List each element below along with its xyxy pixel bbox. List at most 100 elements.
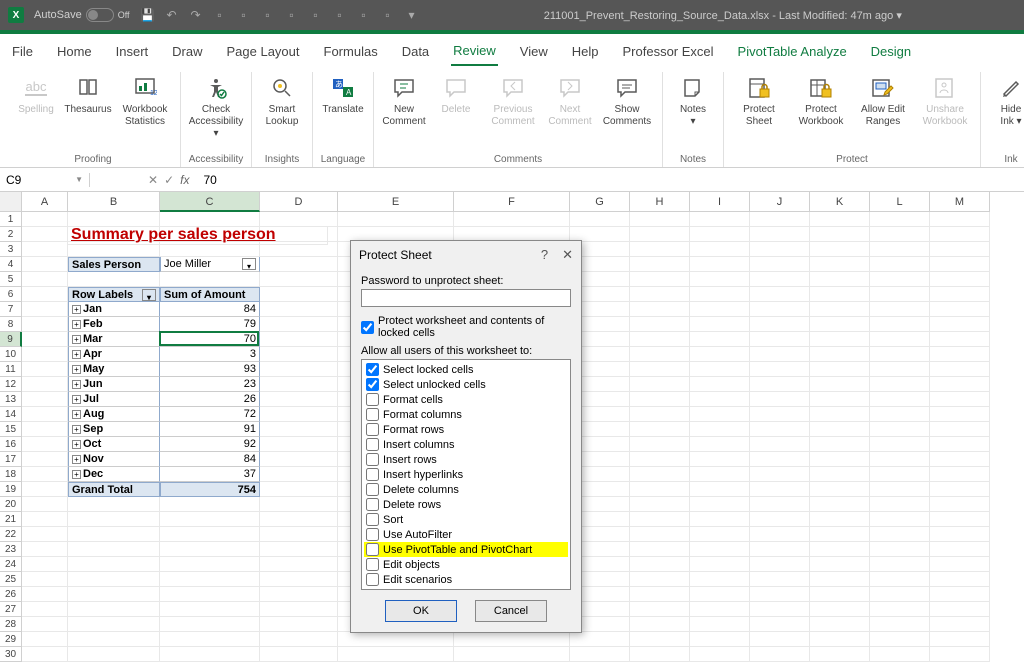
- cell[interactable]: [630, 407, 690, 422]
- tab-draw[interactable]: Draw: [170, 38, 204, 65]
- cell[interactable]: [260, 527, 338, 542]
- tab-pivottable-analyze[interactable]: PivotTable Analyze: [736, 38, 849, 65]
- cell[interactable]: [750, 482, 810, 497]
- cell[interactable]: [160, 572, 260, 587]
- permission-checkbox[interactable]: [366, 423, 379, 436]
- cell[interactable]: [260, 497, 338, 512]
- cell[interactable]: [22, 497, 68, 512]
- row-header-21[interactable]: 21: [0, 512, 22, 527]
- cell[interactable]: [260, 362, 338, 377]
- cell[interactable]: [630, 467, 690, 482]
- cell[interactable]: [810, 257, 870, 272]
- qat-icon[interactable]: ▫: [380, 7, 396, 23]
- cell[interactable]: [260, 557, 338, 572]
- permission-edit-scenarios[interactable]: Edit scenarios: [364, 572, 568, 587]
- expand-icon[interactable]: +: [72, 395, 81, 404]
- cell[interactable]: [630, 422, 690, 437]
- cell[interactable]: [22, 362, 68, 377]
- pivot-row-value[interactable]: 72: [160, 407, 260, 422]
- pivot-row-value[interactable]: 93: [160, 362, 260, 377]
- cell[interactable]: [750, 317, 810, 332]
- cell[interactable]: [750, 512, 810, 527]
- cell[interactable]: [22, 227, 68, 242]
- cell[interactable]: [870, 242, 930, 257]
- pivot-row-label[interactable]: +Aug: [68, 407, 160, 422]
- cell[interactable]: [750, 227, 810, 242]
- cell[interactable]: [260, 272, 338, 287]
- permission-sort[interactable]: Sort: [364, 512, 568, 527]
- cell[interactable]: [810, 527, 870, 542]
- name-box[interactable]: C9 ▼: [0, 173, 90, 187]
- permission-use-pivottable-and-pivotchart[interactable]: Use PivotTable and PivotChart: [364, 542, 568, 557]
- column-header-C[interactable]: C: [160, 192, 260, 212]
- cell[interactable]: [690, 482, 750, 497]
- cell[interactable]: [930, 482, 990, 497]
- show-button[interactable]: ShowComments: [598, 72, 656, 130]
- cell[interactable]: [260, 212, 338, 227]
- cell[interactable]: [750, 632, 810, 647]
- cell[interactable]: [22, 377, 68, 392]
- cell[interactable]: [630, 512, 690, 527]
- cell[interactable]: [810, 227, 870, 242]
- tab-page-layout[interactable]: Page Layout: [225, 38, 302, 65]
- permission-checkbox[interactable]: [366, 483, 379, 496]
- pivot-row-value[interactable]: 3: [160, 347, 260, 362]
- cell[interactable]: [750, 452, 810, 467]
- qat-icon[interactable]: ▫: [308, 7, 324, 23]
- permission-insert-rows[interactable]: Insert rows: [364, 452, 568, 467]
- permission-checkbox[interactable]: [366, 453, 379, 466]
- cell[interactable]: [454, 632, 570, 647]
- cell[interactable]: [690, 617, 750, 632]
- cell[interactable]: [160, 542, 260, 557]
- cell[interactable]: [160, 602, 260, 617]
- cell[interactable]: [810, 467, 870, 482]
- pivot-row-label[interactable]: +Jul: [68, 392, 160, 407]
- column-header-F[interactable]: F: [454, 192, 570, 212]
- cell[interactable]: [810, 212, 870, 227]
- selected-cell[interactable]: [159, 331, 259, 346]
- cell[interactable]: [810, 302, 870, 317]
- cell[interactable]: [870, 587, 930, 602]
- select-all-corner[interactable]: [0, 192, 22, 212]
- cell[interactable]: [930, 527, 990, 542]
- row-header-3[interactable]: 3: [0, 242, 22, 257]
- cell[interactable]: [22, 437, 68, 452]
- row-header-26[interactable]: 26: [0, 587, 22, 602]
- cell[interactable]: [810, 362, 870, 377]
- cell[interactable]: [160, 557, 260, 572]
- cell[interactable]: [22, 302, 68, 317]
- expand-icon[interactable]: +: [72, 425, 81, 434]
- cell[interactable]: [870, 527, 930, 542]
- cell[interactable]: [930, 407, 990, 422]
- expand-icon[interactable]: +: [72, 455, 81, 464]
- cell[interactable]: [630, 527, 690, 542]
- cell[interactable]: [750, 257, 810, 272]
- protect-button[interactable]: ProtectWorkbook: [792, 72, 850, 130]
- pivot-row-label[interactable]: +Apr: [68, 347, 160, 362]
- cell[interactable]: [630, 542, 690, 557]
- row-header-15[interactable]: 15: [0, 422, 22, 437]
- expand-icon[interactable]: +: [72, 470, 81, 479]
- column-header-B[interactable]: B: [68, 192, 160, 212]
- cell[interactable]: [22, 347, 68, 362]
- cell[interactable]: [22, 242, 68, 257]
- cell[interactable]: [870, 317, 930, 332]
- cell[interactable]: [930, 272, 990, 287]
- cell[interactable]: [810, 332, 870, 347]
- cell[interactable]: [260, 437, 338, 452]
- cell[interactable]: [930, 347, 990, 362]
- protect-button[interactable]: ProtectSheet: [730, 72, 788, 130]
- cell[interactable]: [630, 347, 690, 362]
- close-icon[interactable]: ✕: [562, 247, 573, 263]
- formula-input[interactable]: 70: [197, 173, 216, 187]
- cell[interactable]: [630, 302, 690, 317]
- cell[interactable]: [22, 317, 68, 332]
- pivot-row-value[interactable]: 91: [160, 422, 260, 437]
- cell[interactable]: [810, 587, 870, 602]
- cell[interactable]: [630, 572, 690, 587]
- cell[interactable]: [930, 287, 990, 302]
- cell[interactable]: [870, 617, 930, 632]
- permission-format-cells[interactable]: Format cells: [364, 392, 568, 407]
- cell[interactable]: [260, 287, 338, 302]
- tab-design[interactable]: Design: [869, 38, 913, 65]
